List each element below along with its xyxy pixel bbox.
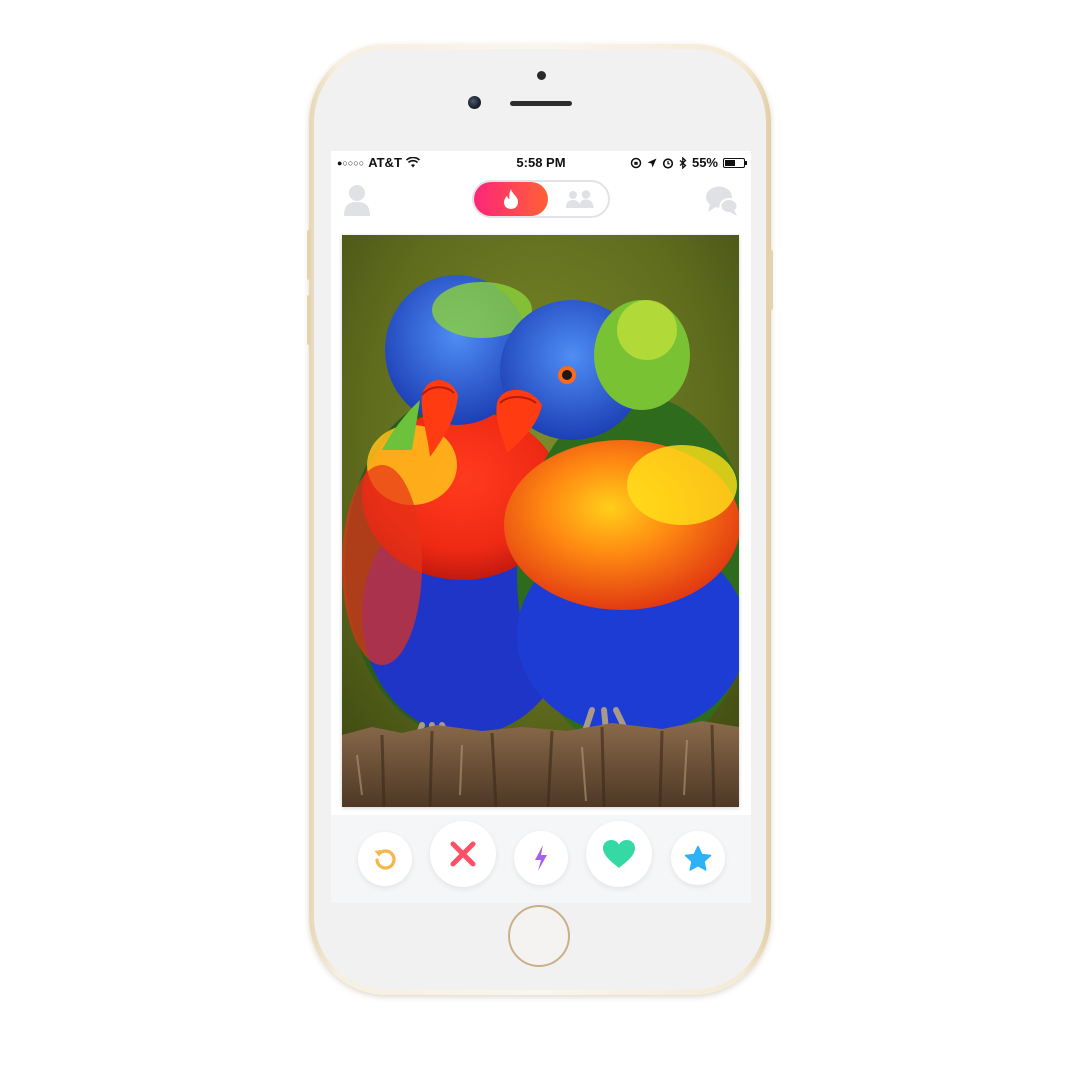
home-button[interactable] xyxy=(508,905,570,967)
heart-icon xyxy=(603,840,635,868)
group-icon xyxy=(566,190,594,208)
flame-icon xyxy=(504,189,518,209)
close-icon xyxy=(450,841,476,867)
super-like-button[interactable] xyxy=(671,831,725,885)
proximity-sensor xyxy=(537,71,546,80)
action-bar xyxy=(331,815,751,903)
alarm-icon xyxy=(662,157,674,169)
star-icon xyxy=(684,845,712,871)
messages-button[interactable] xyxy=(705,185,739,217)
lightning-icon xyxy=(535,845,547,871)
status-bar: ●○○○○ AT&T 5:58 PM 55% xyxy=(331,151,751,173)
profile-photo xyxy=(342,235,739,807)
bluetooth-icon xyxy=(679,156,687,169)
rotation-lock-icon xyxy=(630,157,642,168)
app-screen: ●○○○○ AT&T 5:58 PM 55% xyxy=(331,151,751,903)
rewind-icon xyxy=(374,849,396,870)
profile-icon xyxy=(344,185,370,216)
battery-icon xyxy=(723,157,747,168)
boost-button[interactable] xyxy=(514,831,568,885)
chat-icon xyxy=(706,186,739,216)
rewind-button[interactable] xyxy=(358,832,412,886)
battery-level xyxy=(725,159,735,166)
power-button xyxy=(769,250,773,310)
location-icon xyxy=(647,158,657,167)
volume-up-button xyxy=(307,230,311,280)
profile-button[interactable] xyxy=(343,183,371,217)
mode-toggle[interactable] xyxy=(472,180,610,218)
discover-tab[interactable] xyxy=(474,182,548,216)
like-button[interactable] xyxy=(586,821,652,887)
battery-percent: 55% xyxy=(691,155,718,170)
nope-button[interactable] xyxy=(430,821,496,887)
volume-down-button xyxy=(307,295,311,345)
front-camera xyxy=(468,96,481,109)
social-tab[interactable] xyxy=(552,182,608,216)
top-navigation xyxy=(331,175,751,225)
profile-card[interactable] xyxy=(342,235,739,807)
earpiece-speaker xyxy=(510,101,572,106)
